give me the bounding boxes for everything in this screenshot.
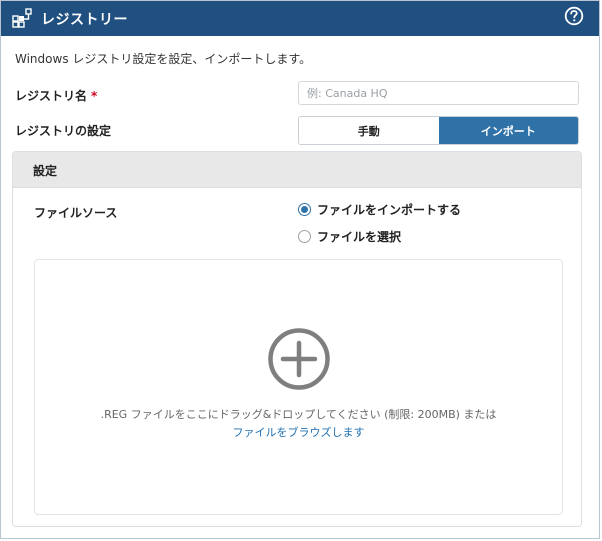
registry-window: レジストリー Windows レジストリ設定を設定、インポートします。 レジスト… [0,0,600,539]
registry-name-label-text: レジストリ名 [15,89,88,103]
radio-import-file-control[interactable] [298,203,311,216]
registry-mode-toggle: 手動 インポート [298,116,579,145]
page-description: Windows レジストリ設定を設定、インポートします。 [15,52,312,66]
settings-panel: 設定 ファイルソース ファイルをインポートする ファイルを選択 .REG ファイ… [12,151,582,527]
settings-panel-header: 設定 [13,152,581,188]
title-bar: レジストリー [1,1,599,36]
registry-name-input[interactable] [298,81,579,105]
file-dropzone[interactable]: .REG ファイルをここにドラッグ&ドロップしてください (制限: 200MB)… [34,259,563,515]
help-circle-icon[interactable] [564,6,584,26]
radio-select-file-control[interactable] [298,230,311,243]
registry-network-icon [12,8,34,28]
mode-manual-button[interactable]: 手動 [299,117,439,144]
radio-import-file[interactable]: ファイルをインポートする [298,201,461,218]
dropzone-instructions: .REG ファイルをここにドラッグ&ドロップしてください (制限: 200MB)… [100,408,497,421]
radio-import-file-label: ファイルをインポートする [317,203,462,217]
radio-select-file-label: ファイルを選択 [317,230,402,244]
plus-circle-icon[interactable] [267,327,331,391]
window-title: レジストリー [41,12,128,28]
file-source-label: ファイルソース [34,206,118,220]
settings-panel-title: 設定 [33,164,58,178]
radio-select-file[interactable]: ファイルを選択 [298,228,401,245]
required-marker: * [91,89,98,103]
registry-name-label: レジストリ名 * [15,87,97,104]
mode-import-button[interactable]: インポート [438,117,578,144]
registry-settings-label: レジストリの設定 [15,124,112,138]
browse-files-link[interactable]: ファイルをブラウズします [35,424,562,440]
